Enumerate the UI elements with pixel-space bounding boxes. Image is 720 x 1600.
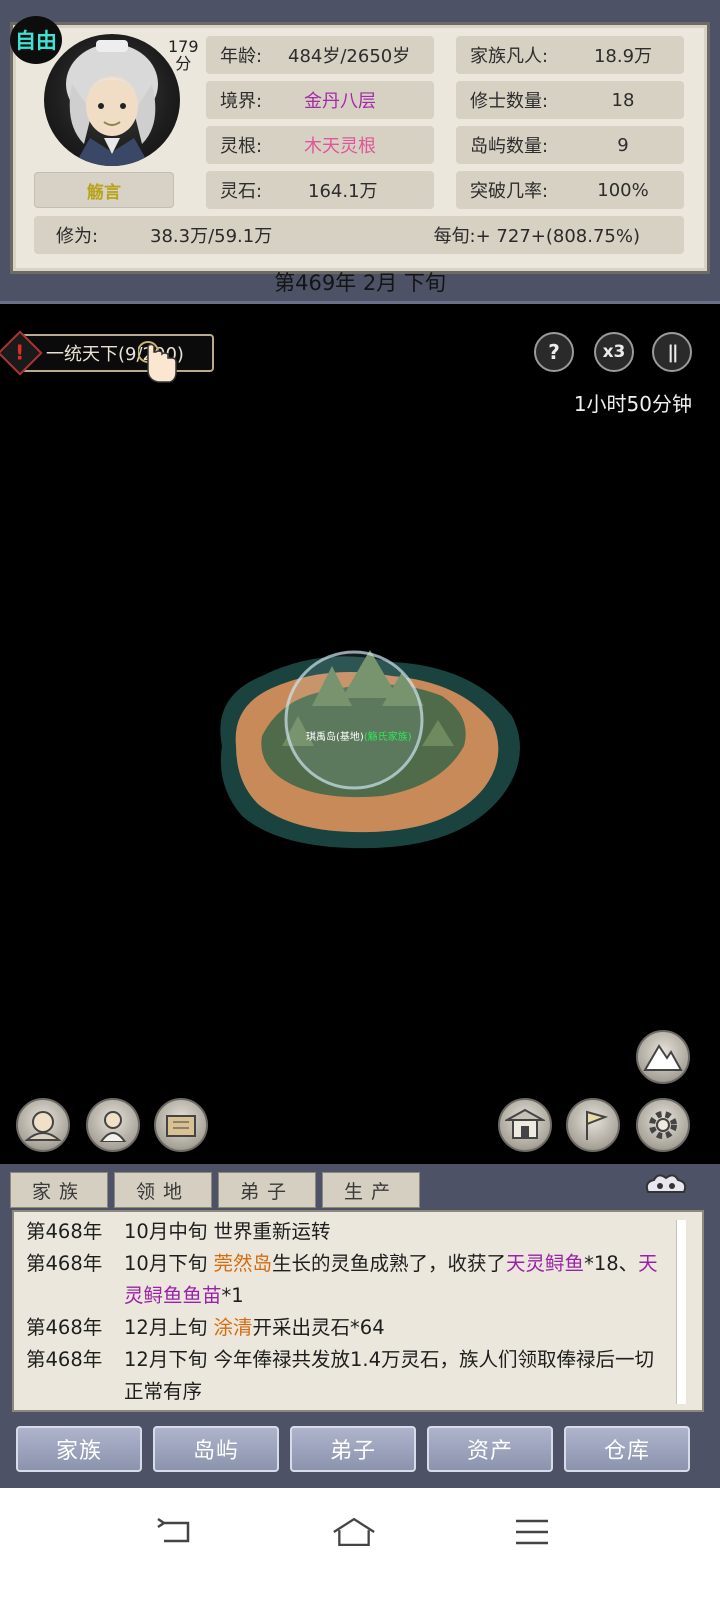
help-button[interactable]: ? (534, 332, 574, 372)
nav-warehouse-button[interactable]: 仓库 (564, 1426, 690, 1472)
scroll-map-icon[interactable] (154, 1098, 208, 1152)
log-text: 12月下旬 今年俸禄共发放1.4万灵石，族人们领取俸禄后一切正常有序 (124, 1344, 672, 1408)
per-period-gain: 每旬:+ 727+(808.75%) (433, 226, 640, 247)
stat-label: 岛屿数量: (470, 136, 549, 157)
log-tab-family[interactable]: 家族 (10, 1172, 108, 1208)
speed-button[interactable]: x3 (594, 332, 634, 372)
log-text: 12月上旬 涂清开采出灵石*64 (124, 1312, 672, 1344)
avatar-portrait-icon (66, 40, 158, 166)
island-label: 琪禹岛(基地)(觞氏家族) (306, 728, 412, 743)
stat-breakthrough: 突破几率: 100% (456, 171, 684, 209)
fortune-teller-icon[interactable] (16, 1098, 70, 1152)
log-year: 第468年 (26, 1316, 103, 1339)
stat-islands: 岛屿数量: 9 (456, 126, 684, 164)
stat-label: 家族凡人: (470, 46, 549, 67)
log-entry: 第468年 12月下旬 今年俸禄共发放1.4万灵石，族人们领取俸禄后一切正常有序 (26, 1344, 672, 1408)
nav-assets-button[interactable]: 资产 (427, 1426, 553, 1472)
stat-value: 木天灵根 (304, 136, 376, 157)
stat-label: 突破几率: (470, 181, 549, 202)
character-name[interactable]: 觞言 (34, 172, 174, 208)
stat-spirit-root: 灵根: 木天灵根 (206, 126, 434, 164)
stat-label: 境界: (220, 91, 263, 112)
log-entry: 第468年 10月中旬 世界重新运转 (26, 1216, 672, 1248)
back-icon[interactable] (154, 1510, 198, 1554)
stat-value: 484岁/2650岁 (288, 46, 411, 67)
log-island-name: 莞然岛 (213, 1252, 273, 1275)
island-name: 琪禹岛(基地) (306, 732, 364, 743)
stat-label: 年龄: (220, 46, 263, 67)
log-text-part: 开采出灵石*64 (252, 1316, 385, 1339)
log-text-part: *18、 (584, 1252, 639, 1275)
stat-realm: 境界: 金丹八层 (206, 81, 434, 119)
log-tab-territory[interactable]: 领地 (114, 1172, 212, 1208)
log-entry: 第468年 10月下旬 莞然岛生长的灵鱼成熟了，收获了天灵鲟鱼*18、天灵鲟鱼鱼… (26, 1248, 672, 1312)
mountain-view-icon[interactable] (636, 1030, 690, 1084)
event-log[interactable]: 第468年 10月中旬 世界重新运转 第468年 10月下旬 莞然岛生长的灵鱼成… (12, 1210, 704, 1412)
cloud-ornament-icon[interactable] (642, 1172, 690, 1200)
stat-value: 金丹八层 (304, 91, 376, 112)
log-text-part: 10月中旬 世界重新运转 (124, 1220, 331, 1243)
log-text-part: 生长的灵鱼成熟了，收获了 (272, 1252, 507, 1275)
cultivation-bar: 修为: 38.3万/59.1万 每旬:+ 727+(808.75%) (34, 216, 684, 254)
quest-unify-button[interactable]: 一统天下(9/200) (14, 334, 214, 372)
log-tab-disciples[interactable]: 弟子 (218, 1172, 316, 1208)
tap-hint-hand-icon (138, 341, 177, 383)
log-tab-production[interactable]: 生产 (322, 1172, 420, 1208)
log-text-part: 12月下旬 今年俸禄共发放1.4万灵石，族人们领取俸禄后一切正常有序 (124, 1348, 655, 1403)
home-icon[interactable] (332, 1510, 376, 1554)
score-value: 179 (168, 37, 199, 56)
nav-islands-button[interactable]: 岛屿 (153, 1426, 279, 1472)
palace-icon[interactable] (498, 1098, 552, 1152)
stat-spirit-stones: 灵石: 164.1万 (206, 171, 434, 209)
stat-age: 年龄: 484岁/2650岁 (206, 36, 434, 74)
score-display: 179 分 (168, 38, 199, 72)
game-date: 第469年 2月 下旬 (274, 271, 446, 295)
score-unit: 分 (175, 54, 192, 73)
session-timer: 1小时50分钟 (573, 392, 692, 416)
cultivation-value: 38.3万/59.1万 (150, 226, 273, 247)
log-text-part: *1 (221, 1284, 244, 1307)
elder-portrait-icon[interactable] (86, 1098, 140, 1152)
log-text: 10月下旬 莞然岛生长的灵鱼成熟了，收获了天灵鲟鱼*18、天灵鲟鱼鱼苗*1 (124, 1248, 672, 1312)
stat-label: 灵根: (220, 136, 263, 157)
flag-territory-icon[interactable] (566, 1098, 620, 1152)
mode-badge[interactable]: 自由 (10, 16, 62, 64)
log-year: 第468年 (26, 1252, 103, 1275)
stat-value: 18.9万 (593, 46, 653, 67)
log-year: 第468年 (26, 1220, 103, 1243)
log-person-name: 涂清 (213, 1316, 253, 1339)
log-text-part: 10月下旬 (124, 1252, 214, 1275)
stat-label: 修士数量: (470, 91, 549, 112)
log-year: 第468年 (26, 1348, 103, 1371)
log-entry: 第468年 12月上旬 涂清开采出灵石*64 (26, 1312, 672, 1344)
log-text-part: 12月上旬 (124, 1316, 214, 1339)
nav-family-button[interactable]: 家族 (16, 1426, 142, 1472)
log-text: 10月中旬 世界重新运转 (124, 1216, 672, 1248)
stat-value: 18 (611, 89, 635, 111)
log-scrollbar[interactable] (676, 1220, 686, 1404)
stat-value: 100% (597, 179, 649, 201)
island-family: (觞氏家族) (363, 732, 412, 743)
menu-icon[interactable] (510, 1510, 554, 1554)
gear-icon[interactable] (636, 1098, 690, 1152)
stat-cultivators: 修士数量: 18 (456, 81, 684, 119)
stat-value: 164.1万 (308, 181, 378, 202)
home-island[interactable] (202, 636, 532, 856)
character-avatar[interactable] (44, 34, 180, 166)
cultivation-label: 修为: (56, 226, 99, 247)
stat-label: 灵石: (220, 181, 263, 202)
log-item-name: 天灵鲟鱼 (506, 1252, 585, 1275)
stat-value: 9 (617, 134, 629, 156)
pause-button[interactable]: || (652, 332, 692, 372)
nav-disciples-button[interactable]: 弟子 (290, 1426, 416, 1472)
stat-mortals: 家族凡人: 18.9万 (456, 36, 684, 74)
